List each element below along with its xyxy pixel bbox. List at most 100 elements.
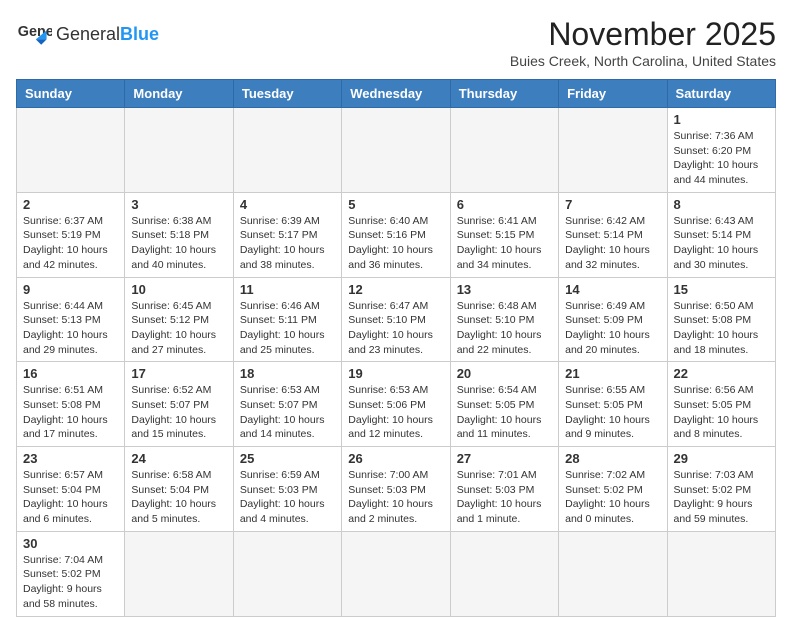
calendar-day-cell bbox=[450, 531, 558, 616]
calendar-day-header: Sunday bbox=[17, 80, 125, 108]
day-info: Sunrise: 6:57 AM Sunset: 5:04 PM Dayligh… bbox=[23, 468, 118, 527]
calendar-subtitle: Buies Creek, North Carolina, United Stat… bbox=[510, 53, 776, 69]
day-number: 28 bbox=[565, 451, 660, 466]
day-info: Sunrise: 6:39 AM Sunset: 5:17 PM Dayligh… bbox=[240, 214, 335, 273]
calendar-week-row: 30 Sunrise: 7:04 AM Sunset: 5:02 PM Dayli… bbox=[17, 531, 776, 616]
calendar-day-cell: 15 Sunrise: 6:50 AM Sunset: 5:08 PM Dayli… bbox=[667, 277, 775, 362]
calendar-day-cell: 6 Sunrise: 6:41 AM Sunset: 5:15 PM Daylig… bbox=[450, 192, 558, 277]
calendar-day-cell: 17 Sunrise: 6:52 AM Sunset: 5:07 PM Dayli… bbox=[125, 362, 233, 447]
day-info: Sunrise: 6:47 AM Sunset: 5:10 PM Dayligh… bbox=[348, 299, 443, 358]
day-number: 16 bbox=[23, 366, 118, 381]
calendar-day-cell: 26 Sunrise: 7:00 AM Sunset: 5:03 PM Dayli… bbox=[342, 447, 450, 532]
day-info: Sunrise: 6:55 AM Sunset: 5:05 PM Dayligh… bbox=[565, 383, 660, 442]
day-number: 8 bbox=[674, 197, 769, 212]
calendar-title: November 2025 bbox=[510, 16, 776, 53]
calendar-day-cell: 30 Sunrise: 7:04 AM Sunset: 5:02 PM Dayli… bbox=[17, 531, 125, 616]
day-info: Sunrise: 6:44 AM Sunset: 5:13 PM Dayligh… bbox=[23, 299, 118, 358]
calendar-day-cell bbox=[233, 108, 341, 193]
calendar-day-cell: 23 Sunrise: 6:57 AM Sunset: 5:04 PM Dayli… bbox=[17, 447, 125, 532]
calendar-day-cell: 25 Sunrise: 6:59 AM Sunset: 5:03 PM Dayli… bbox=[233, 447, 341, 532]
day-info: Sunrise: 6:58 AM Sunset: 5:04 PM Dayligh… bbox=[131, 468, 226, 527]
calendar-day-header: Monday bbox=[125, 80, 233, 108]
day-number: 13 bbox=[457, 282, 552, 297]
calendar-day-cell: 12Sunrise: 6:47 AM Sunset: 5:10 PM Dayli… bbox=[342, 277, 450, 362]
calendar-day-cell: 7Sunrise: 6:42 AM Sunset: 5:14 PM Daylig… bbox=[559, 192, 667, 277]
day-number: 10 bbox=[131, 282, 226, 297]
calendar-day-cell: 13 Sunrise: 6:48 AM Sunset: 5:10 PM Dayli… bbox=[450, 277, 558, 362]
day-number: 24 bbox=[131, 451, 226, 466]
title-area: November 2025 Buies Creek, North Carolin… bbox=[510, 16, 776, 69]
calendar-day-cell bbox=[125, 108, 233, 193]
calendar-day-cell: 1Sunrise: 7:36 AM Sunset: 6:20 PM Daylig… bbox=[667, 108, 775, 193]
page-header: General GeneralBlue November 2025 Buies … bbox=[16, 16, 776, 69]
calendar-day-cell: 14Sunrise: 6:49 AM Sunset: 5:09 PM Dayli… bbox=[559, 277, 667, 362]
day-info: Sunrise: 6:40 AM Sunset: 5:16 PM Dayligh… bbox=[348, 214, 443, 273]
calendar-day-cell: 16Sunrise: 6:51 AM Sunset: 5:08 PM Dayli… bbox=[17, 362, 125, 447]
day-number: 15 bbox=[674, 282, 769, 297]
day-number: 23 bbox=[23, 451, 118, 466]
calendar-day-cell: 8 Sunrise: 6:43 AM Sunset: 5:14 PM Daylig… bbox=[667, 192, 775, 277]
calendar-day-cell: 5Sunrise: 6:40 AM Sunset: 5:16 PM Daylig… bbox=[342, 192, 450, 277]
logo: General GeneralBlue bbox=[16, 16, 159, 52]
day-info: Sunrise: 6:43 AM Sunset: 5:14 PM Dayligh… bbox=[674, 214, 769, 273]
day-info: Sunrise: 6:42 AM Sunset: 5:14 PM Dayligh… bbox=[565, 214, 660, 273]
calendar-day-cell bbox=[233, 531, 341, 616]
svg-text:General: General bbox=[18, 24, 52, 40]
day-number: 3 bbox=[131, 197, 226, 212]
day-info: Sunrise: 6:48 AM Sunset: 5:10 PM Dayligh… bbox=[457, 299, 552, 358]
calendar-day-cell: 9 Sunrise: 6:44 AM Sunset: 5:13 PM Daylig… bbox=[17, 277, 125, 362]
day-info: Sunrise: 7:00 AM Sunset: 5:03 PM Dayligh… bbox=[348, 468, 443, 527]
day-info: Sunrise: 6:45 AM Sunset: 5:12 PM Dayligh… bbox=[131, 299, 226, 358]
calendar-day-cell: 29Sunrise: 7:03 AM Sunset: 5:02 PM Dayli… bbox=[667, 447, 775, 532]
day-info: Sunrise: 7:02 AM Sunset: 5:02 PM Dayligh… bbox=[565, 468, 660, 527]
day-number: 17 bbox=[131, 366, 226, 381]
calendar-day-cell bbox=[17, 108, 125, 193]
calendar-day-cell: 3Sunrise: 6:38 AM Sunset: 5:18 PM Daylig… bbox=[125, 192, 233, 277]
day-info: Sunrise: 6:52 AM Sunset: 5:07 PM Dayligh… bbox=[131, 383, 226, 442]
calendar-day-cell: 20 Sunrise: 6:54 AM Sunset: 5:05 PM Dayli… bbox=[450, 362, 558, 447]
calendar-day-cell: 2Sunrise: 6:37 AM Sunset: 5:19 PM Daylig… bbox=[17, 192, 125, 277]
day-info: Sunrise: 6:41 AM Sunset: 5:15 PM Dayligh… bbox=[457, 214, 552, 273]
calendar-table: SundayMondayTuesdayWednesdayThursdayFrid… bbox=[16, 79, 776, 617]
logo-icon: General bbox=[16, 16, 52, 52]
calendar-day-cell: 19 Sunrise: 6:53 AM Sunset: 5:06 PM Dayli… bbox=[342, 362, 450, 447]
calendar-day-cell: 10 Sunrise: 6:45 AM Sunset: 5:12 PM Dayli… bbox=[125, 277, 233, 362]
calendar-day-cell bbox=[559, 531, 667, 616]
day-info: Sunrise: 6:53 AM Sunset: 5:07 PM Dayligh… bbox=[240, 383, 335, 442]
calendar-day-cell: 27Sunrise: 7:01 AM Sunset: 5:03 PM Dayli… bbox=[450, 447, 558, 532]
calendar-header-row: SundayMondayTuesdayWednesdayThursdayFrid… bbox=[17, 80, 776, 108]
calendar-day-cell bbox=[450, 108, 558, 193]
logo-text: GeneralBlue bbox=[56, 24, 159, 45]
day-number: 2 bbox=[23, 197, 118, 212]
calendar-day-cell: 4 Sunrise: 6:39 AM Sunset: 5:17 PM Daylig… bbox=[233, 192, 341, 277]
day-number: 19 bbox=[348, 366, 443, 381]
day-number: 22 bbox=[674, 366, 769, 381]
day-number: 9 bbox=[23, 282, 118, 297]
day-number: 6 bbox=[457, 197, 552, 212]
day-info: Sunrise: 6:56 AM Sunset: 5:05 PM Dayligh… bbox=[674, 383, 769, 442]
day-number: 26 bbox=[348, 451, 443, 466]
calendar-week-row: 9 Sunrise: 6:44 AM Sunset: 5:13 PM Daylig… bbox=[17, 277, 776, 362]
day-number: 18 bbox=[240, 366, 335, 381]
day-info: Sunrise: 6:59 AM Sunset: 5:03 PM Dayligh… bbox=[240, 468, 335, 527]
day-info: Sunrise: 7:01 AM Sunset: 5:03 PM Dayligh… bbox=[457, 468, 552, 527]
calendar-day-cell: 24 Sunrise: 6:58 AM Sunset: 5:04 PM Dayli… bbox=[125, 447, 233, 532]
day-number: 4 bbox=[240, 197, 335, 212]
calendar-day-cell: 21 Sunrise: 6:55 AM Sunset: 5:05 PM Dayli… bbox=[559, 362, 667, 447]
day-number: 25 bbox=[240, 451, 335, 466]
calendar-body: 1Sunrise: 7:36 AM Sunset: 6:20 PM Daylig… bbox=[17, 108, 776, 617]
day-number: 21 bbox=[565, 366, 660, 381]
day-number: 20 bbox=[457, 366, 552, 381]
day-info: Sunrise: 6:49 AM Sunset: 5:09 PM Dayligh… bbox=[565, 299, 660, 358]
day-number: 30 bbox=[23, 536, 118, 551]
calendar-day-header: Wednesday bbox=[342, 80, 450, 108]
day-info: Sunrise: 6:50 AM Sunset: 5:08 PM Dayligh… bbox=[674, 299, 769, 358]
calendar-day-cell bbox=[667, 531, 775, 616]
day-info: Sunrise: 7:04 AM Sunset: 5:02 PM Dayligh… bbox=[23, 553, 118, 612]
day-info: Sunrise: 6:53 AM Sunset: 5:06 PM Dayligh… bbox=[348, 383, 443, 442]
day-info: Sunrise: 6:54 AM Sunset: 5:05 PM Dayligh… bbox=[457, 383, 552, 442]
calendar-day-cell bbox=[342, 531, 450, 616]
calendar-day-cell bbox=[125, 531, 233, 616]
calendar-week-row: 23 Sunrise: 6:57 AM Sunset: 5:04 PM Dayli… bbox=[17, 447, 776, 532]
calendar-day-cell bbox=[342, 108, 450, 193]
